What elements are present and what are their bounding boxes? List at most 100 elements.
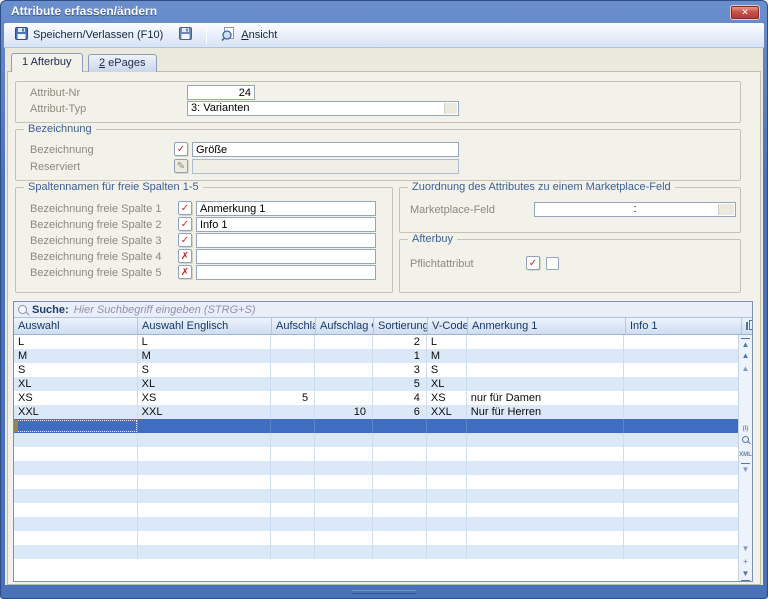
grid-cell[interactable]: XL — [427, 377, 467, 391]
grid-cell[interactable] — [271, 531, 316, 545]
grid-cell[interactable] — [467, 517, 625, 531]
grid-row[interactable]: XS XS 5 4 XS nur für Damen — [14, 391, 741, 405]
grid-cell[interactable] — [14, 545, 138, 559]
grid-cell[interactable] — [315, 545, 374, 559]
grid-cell[interactable] — [138, 461, 272, 475]
grid-cell[interactable] — [315, 377, 374, 391]
grid-cell[interactable] — [138, 419, 272, 433]
grid-cell[interactable] — [427, 433, 467, 447]
grid-cell[interactable] — [315, 363, 374, 377]
grid-cell[interactable] — [624, 545, 741, 559]
grid-cell[interactable] — [624, 405, 741, 419]
grid-cell[interactable] — [624, 419, 741, 433]
grid-cell[interactable]: M — [427, 349, 467, 363]
search-input[interactable] — [73, 303, 748, 316]
grid-cell[interactable] — [14, 489, 138, 503]
title-bar[interactable]: Attribute erfassen/ändern ✕ — [1, 1, 767, 23]
save-exit-button[interactable]: Speichern/Verlassen (F10) — [10, 24, 168, 46]
grid-cell[interactable] — [624, 391, 741, 405]
grid-cell[interactable]: S — [427, 363, 467, 377]
prev-row-icon[interactable]: ▲ — [739, 363, 752, 375]
grid-cell[interactable] — [14, 475, 138, 489]
grid-cell[interactable] — [271, 461, 316, 475]
grid-cell[interactable] — [14, 531, 138, 545]
grid-row[interactable] — [14, 433, 741, 447]
grid-cell[interactable]: 5 — [373, 377, 427, 391]
grid-cell[interactable]: 4 — [373, 391, 427, 405]
grid-cell[interactable] — [138, 503, 272, 517]
grid-cell[interactable] — [624, 461, 741, 475]
grid-row[interactable] — [14, 447, 741, 461]
go-first-row-icon[interactable]: ▲ — [739, 337, 752, 349]
grid-cell[interactable] — [467, 447, 625, 461]
pflichtattribut-checkbox[interactable] — [546, 257, 559, 270]
grid-cell[interactable] — [427, 447, 467, 461]
not-used-x-icon[interactable]: ✗ — [178, 249, 192, 263]
insert-row-icon[interactable]: (I) — [739, 423, 752, 435]
not-used-x-icon[interactable]: ✗ — [178, 265, 192, 279]
grid-cell[interactable] — [138, 489, 272, 503]
next-row-icon[interactable]: ▼ — [739, 543, 752, 555]
required-check-icon[interactable]: ✓ — [178, 217, 192, 231]
column-header[interactable]: Auswahl Englisch — [138, 318, 272, 334]
grid-cell[interactable]: XS — [138, 391, 272, 405]
grid-cell[interactable]: nur für Damen — [467, 391, 625, 405]
grid-cell[interactable] — [315, 531, 374, 545]
tab-afterbuy[interactable]: 1 Afterbuy — [11, 53, 83, 72]
grid-cell[interactable]: L — [427, 335, 467, 349]
grid-cell[interactable]: 6 — [373, 405, 427, 419]
grid-row[interactable] — [14, 531, 741, 545]
column-header[interactable]: Aufschlag — [272, 318, 316, 334]
grid-cell[interactable]: 5 — [271, 391, 316, 405]
grid-cell[interactable] — [624, 489, 741, 503]
grid-cell[interactable] — [138, 531, 272, 545]
grid-cell[interactable]: Nur für Herren — [467, 405, 625, 419]
grid-cell[interactable] — [271, 433, 316, 447]
grid-cell[interactable]: L — [138, 335, 272, 349]
grid-cell[interactable] — [138, 545, 272, 559]
required-check-icon[interactable]: ✓ — [174, 142, 188, 156]
grid-cell[interactable] — [14, 503, 138, 517]
grid-row[interactable] — [14, 503, 741, 517]
column-header[interactable]: Info 1 — [626, 318, 742, 334]
grid-row[interactable]: XL XL 5 XL — [14, 377, 741, 391]
grid-cell[interactable] — [14, 447, 138, 461]
grid-cell[interactable] — [271, 377, 316, 391]
grid-cell[interactable] — [624, 503, 741, 517]
grid-row[interactable] — [14, 545, 741, 559]
grid-cell[interactable] — [271, 475, 316, 489]
grid-cell[interactable] — [315, 447, 374, 461]
grid-row[interactable] — [14, 461, 741, 475]
column-header[interactable]: V-Code — [428, 318, 468, 334]
grid-cell[interactable] — [373, 475, 427, 489]
filter-icon[interactable]: ▼ — [739, 462, 752, 474]
grid-cell[interactable] — [315, 349, 374, 363]
grid-cell[interactable] — [373, 531, 427, 545]
grid-cell[interactable] — [624, 349, 741, 363]
column-chooser-button[interactable] — [742, 318, 752, 334]
grid-cell[interactable] — [14, 461, 138, 475]
grid-cell[interactable] — [315, 419, 374, 433]
grid-search-bar[interactable]: Suche: — [14, 302, 752, 318]
grid-cell[interactable] — [467, 349, 625, 363]
spalte1-field[interactable] — [196, 201, 376, 216]
grid-row[interactable] — [14, 489, 741, 503]
grid-cell[interactable] — [271, 545, 316, 559]
grid-cell[interactable]: L — [14, 335, 138, 349]
grid-cell[interactable] — [315, 335, 374, 349]
grid-cell[interactable] — [467, 503, 625, 517]
bezeichnung-field[interactable] — [192, 142, 459, 157]
grid-cell[interactable]: 3 — [373, 363, 427, 377]
grid-cell[interactable] — [624, 335, 741, 349]
grid-cell[interactable] — [315, 489, 374, 503]
grid-cell[interactable]: M — [14, 349, 138, 363]
grid-row-selected-new[interactable] — [14, 419, 741, 433]
grid-row[interactable] — [14, 475, 741, 489]
grid-row[interactable] — [14, 517, 741, 531]
grid-cell[interactable] — [467, 531, 625, 545]
grid-cell[interactable] — [467, 335, 625, 349]
grid-cell[interactable] — [271, 363, 316, 377]
required-check-icon[interactable]: ✓ — [526, 256, 540, 270]
grid-cell[interactable] — [271, 503, 316, 517]
grid-cell[interactable] — [315, 433, 374, 447]
